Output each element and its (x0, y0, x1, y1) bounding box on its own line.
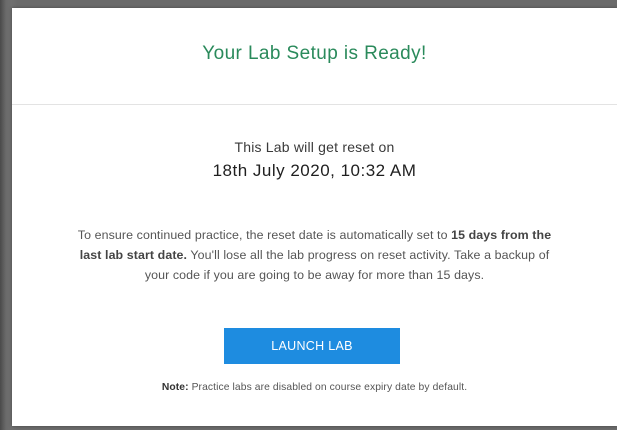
note-text: Practice labs are disabled on course exp… (188, 382, 468, 393)
reset-info-text-end: You'll lose all the lab progress on rese… (144, 248, 550, 283)
dialog-title: Your Lab Setup is Ready! (202, 43, 427, 64)
reset-intro-text: This Lab will get reset on (234, 139, 395, 155)
lab-ready-dialog: Your Lab Setup is Ready! This Lab will g… (12, 8, 617, 426)
reset-info-paragraph: To ensure continued practice, the reset … (74, 225, 555, 285)
reset-date: 18th July 2020, 10:32 AM (212, 161, 417, 180)
launch-lab-button[interactable]: LAUNCH LAB (224, 328, 400, 364)
dialog-header: Your Lab Setup is Ready! (12, 8, 617, 105)
expiry-note: Note: Practice labs are disabled on cour… (12, 382, 617, 393)
reset-info-text-start: To ensure continued practice, the reset … (77, 228, 452, 243)
note-label: Note: (161, 382, 189, 393)
